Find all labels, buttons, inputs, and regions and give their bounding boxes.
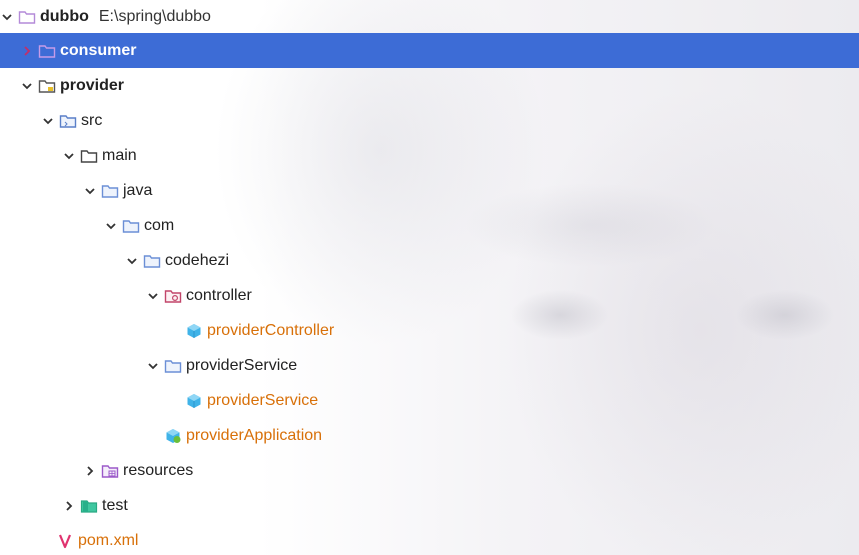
tree-item-resources[interactable]: resources (0, 453, 859, 488)
source-root-folder-icon (101, 183, 119, 199)
class-cube-icon (185, 393, 203, 409)
maven-icon (56, 533, 74, 549)
tree-item-providerService-folder[interactable]: providerService (0, 348, 859, 383)
tree-item-label: test (102, 496, 128, 514)
source-folder-icon (59, 113, 77, 129)
chevron-down-icon[interactable] (0, 10, 14, 24)
tree-item-main[interactable]: main (0, 138, 859, 173)
controller-folder-icon (164, 288, 182, 304)
chevron-down-icon[interactable] (62, 149, 76, 163)
tree-item-label: src (81, 111, 103, 129)
chevron-down-icon[interactable] (20, 79, 34, 93)
tree-item-codehezi[interactable]: codehezi (0, 243, 859, 278)
package-folder-icon (143, 253, 161, 269)
chevron-down-icon[interactable] (125, 254, 139, 268)
tree-item-label: codehezi (165, 251, 230, 269)
tree-item-label: consumer (60, 41, 137, 59)
tree-item-label: providerService (186, 356, 298, 374)
module-folder-icon (38, 78, 56, 94)
tree-item-java[interactable]: java (0, 173, 859, 208)
tree-item-label: pom.xml (78, 531, 139, 549)
tree-item-label: resources (123, 461, 194, 479)
class-cube-icon (185, 323, 203, 339)
tree-item-label: providerService (207, 391, 319, 409)
tree-item-providerApplication[interactable]: providerApplication (0, 418, 859, 453)
application-cube-icon (164, 428, 182, 444)
tree-item-test[interactable]: test (0, 488, 859, 523)
tree-item-src[interactable]: src (0, 103, 859, 138)
tree-item-controller[interactable]: controller (0, 278, 859, 313)
package-folder-icon (122, 218, 140, 234)
tree-item-providerController[interactable]: providerController (0, 313, 859, 348)
chevron-down-icon[interactable] (146, 289, 160, 303)
tree-item-com[interactable]: com (0, 208, 859, 243)
tree-item-provider[interactable]: provider (0, 68, 859, 103)
tree-item-label: provider (60, 76, 125, 94)
chevron-down-icon[interactable] (41, 114, 55, 128)
folder-icon (80, 148, 98, 164)
tree-item-dubbo[interactable]: dubbo E:\spring\dubbo (0, 0, 859, 33)
chevron-right-icon[interactable] (83, 464, 97, 478)
module-folder-icon (18, 9, 36, 25)
tree-item-consumer[interactable]: consumer (0, 33, 859, 68)
chevron-down-icon[interactable] (104, 219, 118, 233)
chevron-down-icon[interactable] (83, 184, 97, 198)
project-tree: dubbo E:\spring\dubbo consumer provider … (0, 0, 859, 555)
tree-item-label: com (144, 216, 175, 234)
tree-item-label: dubbo (40, 7, 89, 25)
tree-item-pom[interactable]: pom.xml (0, 523, 859, 555)
module-folder-icon (38, 43, 56, 59)
chevron-right-icon[interactable] (20, 44, 34, 58)
tree-item-label: providerApplication (186, 426, 323, 444)
tree-item-label: providerController (207, 321, 335, 339)
project-path: E:\spring\dubbo (98, 7, 211, 25)
package-folder-icon (164, 358, 182, 374)
chevron-right-icon[interactable] (62, 499, 76, 513)
tree-item-providerService-class[interactable]: providerService (0, 383, 859, 418)
resources-folder-icon (101, 463, 119, 479)
tree-item-label: main (102, 146, 137, 164)
tree-item-label: java (123, 181, 153, 199)
chevron-down-icon[interactable] (146, 359, 160, 373)
tree-item-label: controller (186, 286, 252, 304)
test-folder-icon (80, 498, 98, 514)
